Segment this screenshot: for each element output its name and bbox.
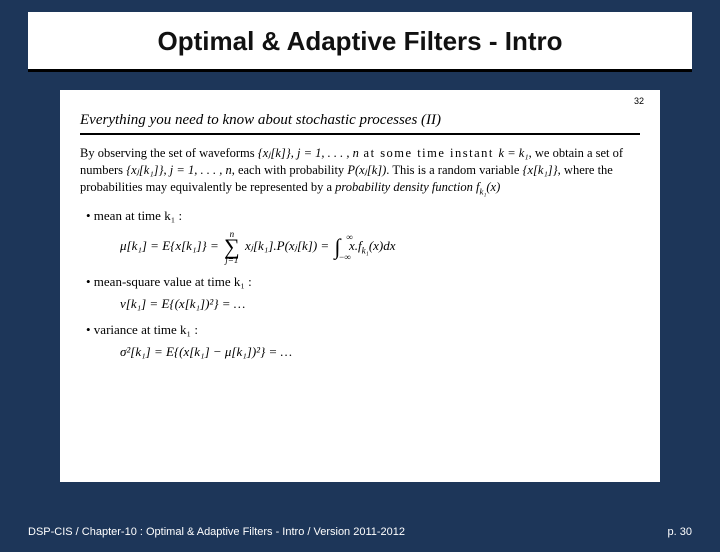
bullet-mean: • mean at time k₁ : bbox=[86, 208, 640, 224]
footer-page-number: p. 30 bbox=[668, 526, 692, 538]
para-text-5: . This is a random variable bbox=[386, 163, 522, 177]
sum-symbol: n ∑ j=1 bbox=[224, 230, 240, 264]
int-lower: −∞ bbox=[338, 252, 351, 262]
integral-symbol: ∞ ∫ −∞ bbox=[334, 234, 340, 260]
subsection-title: Everything you need to know about stocha… bbox=[80, 112, 640, 129]
para-text-1: By observing the set of waveforms bbox=[80, 146, 258, 160]
mean-lhs: μ[k₁] = E{x[k₁]} = bbox=[120, 238, 222, 253]
title-rule bbox=[28, 69, 692, 72]
para-text-4: , each with probability bbox=[232, 163, 348, 177]
para-text-7: probability density function bbox=[335, 180, 476, 194]
expr-pdf: fk₁(x) bbox=[476, 180, 500, 194]
bullet-msq: • mean-square value at time k₁ : bbox=[86, 274, 640, 290]
footer-breadcrumb: DSP-CIS / Chapter-10 : Optimal & Adaptiv… bbox=[28, 526, 405, 538]
expr-pxjk: P(xⱼ[k]) bbox=[347, 163, 386, 177]
mean-mid: xⱼ[k₁].P(xⱼ[k]) = bbox=[245, 238, 333, 253]
para-text-2: at some time instant bbox=[359, 146, 499, 160]
intro-paragraph: By observing the set of waveforms {xⱼ[k]… bbox=[80, 145, 640, 198]
bullet-msq-label: • mean-square value at time k₁ : bbox=[86, 274, 252, 289]
mean-rhs: x.fk₁(x)dx bbox=[346, 238, 396, 253]
subsection-rule bbox=[80, 133, 640, 135]
expr-set-xjk: {xⱼ[k]}, j = 1, . . . , n bbox=[258, 146, 359, 160]
formula-var: σ²[k₁] = E{(x[k₁] − μ[k₁])²} = … bbox=[120, 344, 640, 360]
content-box: 32 Everything you need to know about sto… bbox=[60, 90, 660, 482]
footer: DSP-CIS / Chapter-10 : Optimal & Adaptiv… bbox=[28, 526, 692, 538]
expr-rv: {x[k₁]} bbox=[523, 163, 558, 177]
bullet-var-label: • variance at time k₁ : bbox=[86, 322, 198, 337]
bullet-var: • variance at time k₁ : bbox=[86, 322, 640, 338]
int-upper: ∞ bbox=[346, 232, 352, 242]
sum-lower: j=1 bbox=[224, 256, 240, 264]
sigma-icon: ∑ bbox=[224, 238, 240, 256]
bullet-mean-label: • mean at time k₁ : bbox=[86, 208, 182, 223]
inner-page-number: 32 bbox=[634, 96, 644, 106]
slide-title: Optimal & Adaptive Filters - Intro bbox=[56, 12, 664, 65]
expr-set-xjk1: {xⱼ[k₁]}, j = 1, . . . , n bbox=[126, 163, 232, 177]
formula-msq: ν[k₁] = E{(x[k₁])²} = … bbox=[120, 296, 640, 312]
formula-mean: μ[k₁] = E{x[k₁]} = n ∑ j=1 xⱼ[k₁].P(xⱼ[k… bbox=[120, 230, 640, 264]
expr-k1: k = k₁ bbox=[499, 146, 529, 160]
